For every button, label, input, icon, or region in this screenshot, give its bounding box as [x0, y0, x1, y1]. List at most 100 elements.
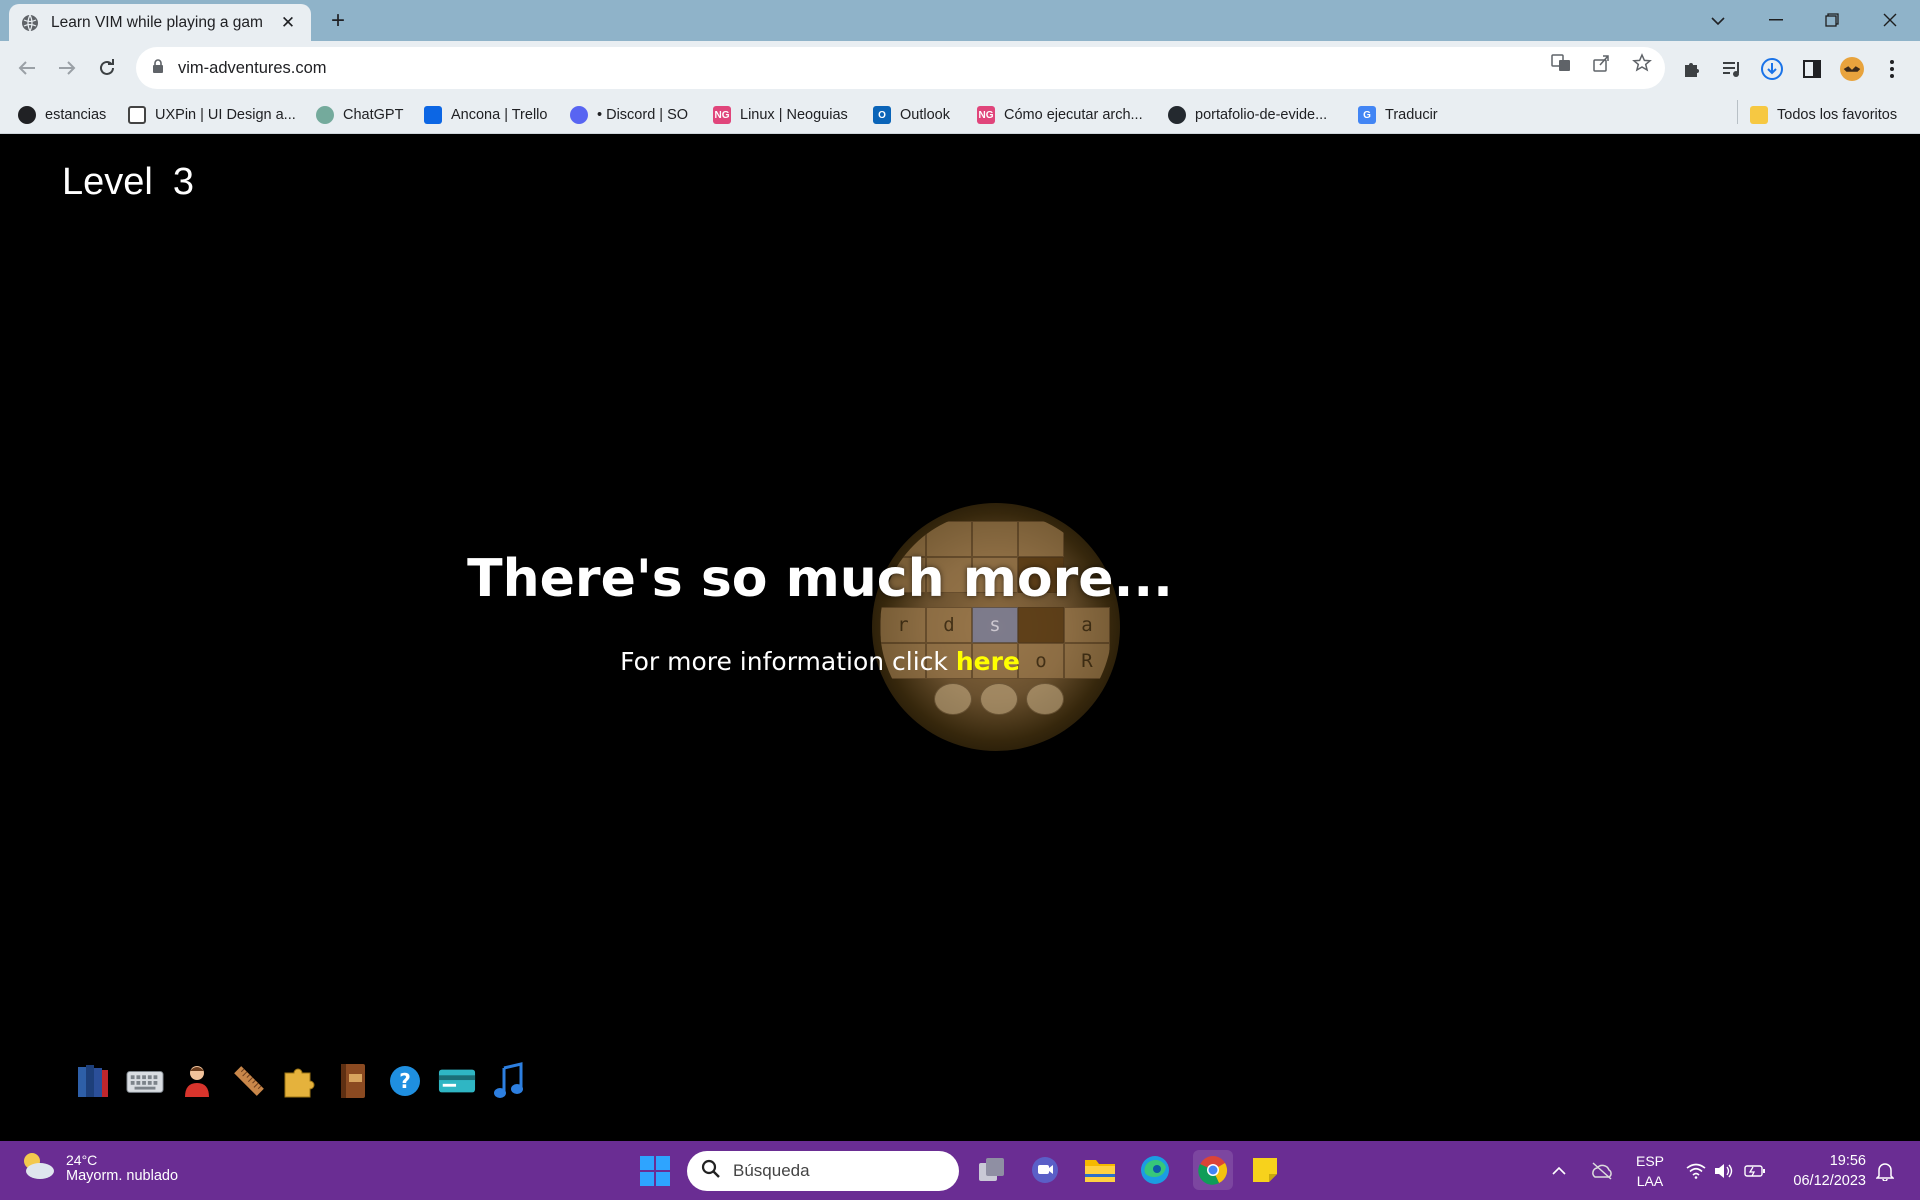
- browser-tab[interactable]: Learn VIM while playing a game ✕: [9, 4, 311, 41]
- weather-widget[interactable]: 24°C Mayorm. nublado: [20, 1149, 178, 1186]
- edge-browser-icon[interactable]: [1138, 1153, 1172, 1187]
- restore-button[interactable]: [1804, 0, 1860, 40]
- bookmark-label: Cómo ejecutar arch...: [1004, 107, 1143, 123]
- more-info-prefix: For more information click: [620, 647, 948, 676]
- game-canvas[interactable]: Level 3 r d s a o R There's so much more…: [0, 135, 1920, 1141]
- teams-chat-icon[interactable]: [1028, 1153, 1062, 1187]
- address-bar[interactable]: vim-adventures.com: [136, 47, 1665, 89]
- share-icon[interactable]: [1590, 52, 1612, 74]
- keyboard-icon[interactable]: [126, 1061, 164, 1101]
- language-indicator[interactable]: ESP LAA: [1636, 1151, 1664, 1191]
- bookmark-label: estancias: [45, 107, 107, 123]
- download-icon[interactable]: [1760, 57, 1784, 81]
- bookmark-label: Outlook: [900, 107, 950, 123]
- forward-button[interactable]: [50, 51, 84, 85]
- all-bookmarks-folder[interactable]: Todos los favoritos: [1750, 104, 1897, 126]
- level-indicator: Level 3: [62, 161, 194, 204]
- help-icon[interactable]: ?: [386, 1061, 424, 1101]
- volume-icon[interactable]: [1714, 1141, 1734, 1200]
- bookmark-label: Traducir: [1385, 107, 1438, 123]
- bookmarks-bar: estancias UXPin | UI Design a... ChatGPT…: [0, 96, 1920, 134]
- extensions-puzzle-icon[interactable]: [1680, 57, 1704, 81]
- globe-icon: [21, 14, 39, 32]
- bookmark-trello[interactable]: Ancona | Trello: [424, 104, 547, 126]
- tab-title: Learn VIM while playing a game: [51, 13, 263, 31]
- google-translate-icon: G: [1358, 106, 1376, 124]
- bookmark-label: ChatGPT: [343, 107, 404, 123]
- bookmark-neoguias[interactable]: NG Linux | Neoguias: [713, 104, 848, 126]
- folder-icon: [1750, 106, 1768, 124]
- media-playlist-icon[interactable]: [1720, 57, 1744, 81]
- translate-icon[interactable]: [1550, 52, 1572, 74]
- stone-tile: [934, 683, 972, 715]
- wifi-icon[interactable]: [1686, 1141, 1706, 1200]
- tile-letter: a: [1064, 607, 1110, 643]
- bookmark-uxpin[interactable]: UXPin | UI Design a...: [128, 104, 296, 126]
- inventory-bar: ?: [74, 1061, 528, 1101]
- clock-date: 06/12/2023: [1793, 1173, 1866, 1189]
- close-tab-icon[interactable]: ✕: [277, 13, 299, 33]
- outlook-icon: O: [873, 106, 891, 124]
- neoguias-icon: NG: [977, 106, 995, 124]
- svg-text:?: ?: [399, 1069, 411, 1093]
- file-explorer-icon[interactable]: [1083, 1153, 1117, 1187]
- title-bar: Learn VIM while playing a game ✕ +: [0, 0, 1920, 41]
- bookmark-outlook[interactable]: O Outlook: [873, 104, 950, 126]
- search-icon: [701, 1159, 721, 1184]
- bookmark-label: portafolio-de-evide...: [1195, 107, 1328, 123]
- character-icon[interactable]: [178, 1061, 216, 1101]
- windows-start-button[interactable]: [640, 1156, 670, 1186]
- treasure-chest-tile: [1018, 607, 1064, 643]
- notifications-bell-icon[interactable]: [1876, 1141, 1894, 1200]
- bookmark-star-icon[interactable]: [1631, 52, 1653, 74]
- book-icon[interactable]: [74, 1061, 112, 1101]
- chrome-browser-icon[interactable]: [1193, 1150, 1233, 1190]
- weather-temperature: 24°C: [66, 1151, 98, 1168]
- uxpin-icon: [128, 106, 146, 124]
- tile-letter: r: [880, 607, 926, 643]
- bookmark-como-ejecutar[interactable]: NG Cómo ejecutar arch...: [977, 104, 1143, 126]
- music-icon[interactable]: [490, 1061, 528, 1101]
- neoguias-icon: NG: [713, 106, 731, 124]
- sticky-notes-icon[interactable]: [1248, 1153, 1282, 1187]
- level-label: Level: [62, 161, 153, 203]
- onedrive-offline-icon[interactable]: [1590, 1141, 1614, 1200]
- tile-letter: d: [926, 607, 972, 643]
- partly-cloudy-night-icon: [20, 1149, 56, 1186]
- card-icon[interactable]: [438, 1061, 476, 1101]
- bookmark-chatgpt[interactable]: ChatGPT: [316, 104, 403, 126]
- more-info-link[interactable]: here: [956, 647, 1020, 676]
- bookmarks-divider: [1737, 100, 1738, 124]
- bookmark-label: UXPin | UI Design a...: [155, 107, 296, 123]
- tab-search-chevron-icon[interactable]: [1698, 6, 1738, 36]
- task-view-icon[interactable]: [975, 1153, 1009, 1187]
- browser-toolbar: vim-adventures.com: [0, 41, 1920, 96]
- law-book-icon[interactable]: [334, 1061, 372, 1101]
- bookmark-traducir[interactable]: G Traducir: [1358, 104, 1438, 126]
- new-tab-button[interactable]: +: [324, 8, 352, 36]
- language-code: ESP: [1636, 1153, 1665, 1169]
- minimize-button[interactable]: [1748, 0, 1804, 40]
- more-menu-icon[interactable]: [1880, 57, 1904, 81]
- bookmark-portafolio[interactable]: portafolio-de-evide...: [1168, 104, 1327, 126]
- show-hidden-icons-chevron[interactable]: [1552, 1141, 1566, 1200]
- battery-icon[interactable]: [1744, 1141, 1766, 1200]
- system-clock[interactable]: 19:56 06/12/2023: [1780, 1151, 1866, 1191]
- back-button[interactable]: [10, 51, 44, 85]
- ruler-icon[interactable]: [230, 1061, 268, 1101]
- reload-button[interactable]: [90, 51, 124, 85]
- discord-icon: [570, 106, 588, 124]
- lock-icon[interactable]: [152, 58, 164, 78]
- clock-time: 19:56: [1829, 1153, 1866, 1169]
- bookmark-estancias[interactable]: estancias: [18, 104, 106, 126]
- cursor-tile: s: [972, 607, 1018, 643]
- level-number: 3: [172, 161, 194, 203]
- close-window-button[interactable]: [1862, 0, 1918, 40]
- game-board-tiles: r d s a o R: [880, 511, 1112, 743]
- puzzle-icon[interactable]: [282, 1061, 320, 1101]
- bookmark-discord[interactable]: • Discord | SO: [570, 104, 688, 126]
- profile-avatar[interactable]: [1840, 57, 1864, 81]
- side-panel-icon[interactable]: [1800, 57, 1824, 81]
- bookmark-label: Linux | Neoguias: [740, 107, 848, 123]
- taskbar-search[interactable]: Búsqueda: [687, 1151, 959, 1191]
